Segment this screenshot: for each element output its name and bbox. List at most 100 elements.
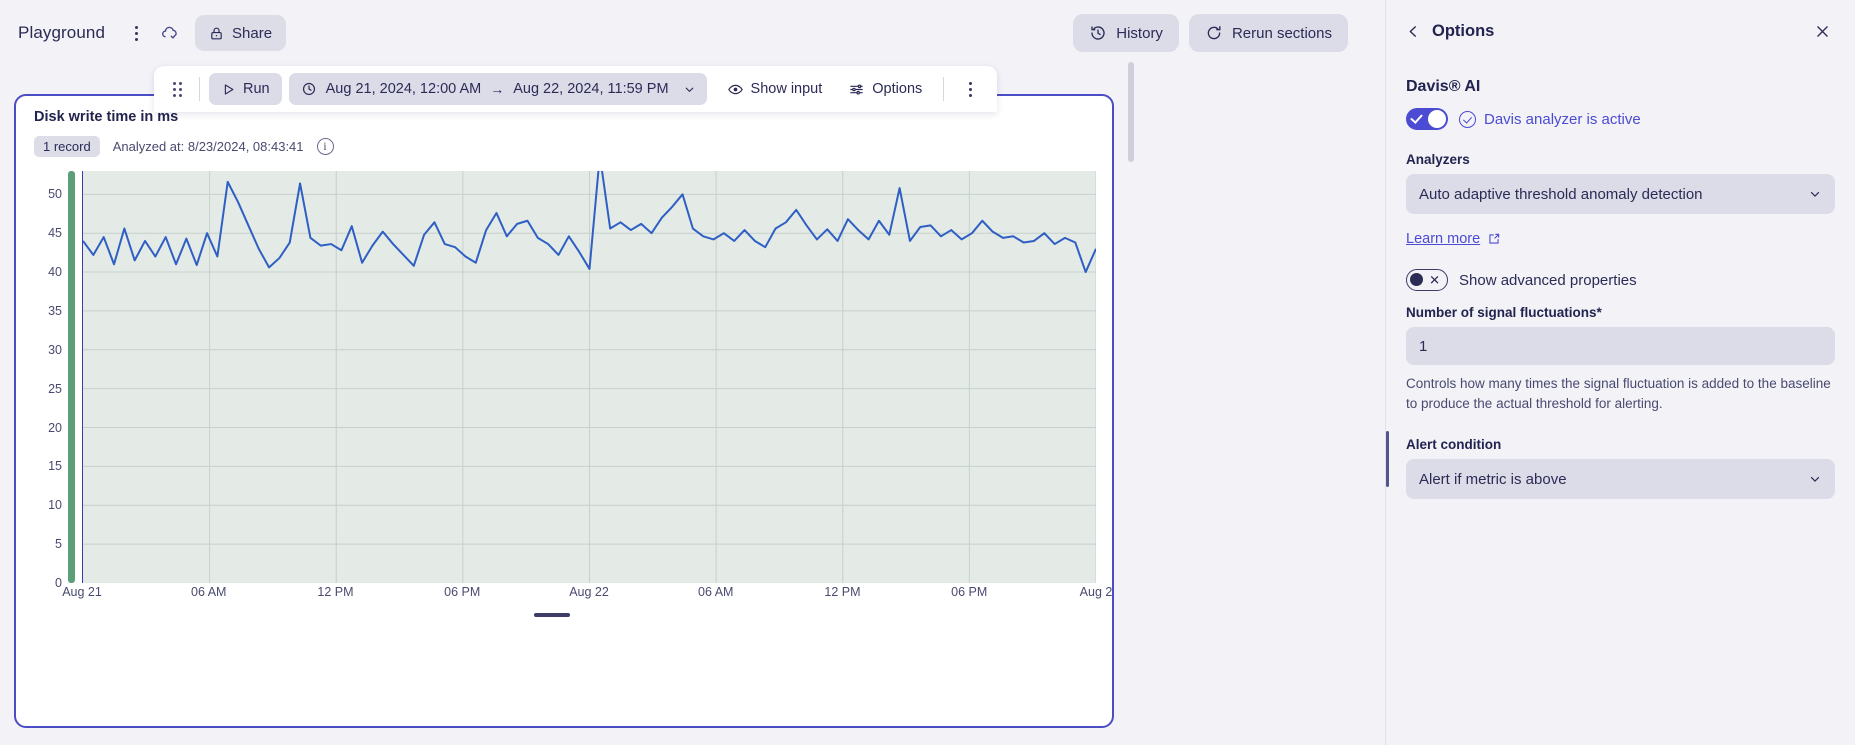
- alert-condition-select[interactable]: Alert if metric is above: [1406, 459, 1835, 500]
- timeframe-selector[interactable]: Aug 21, 2024, 12:00 AM → Aug 22, 2024, 1…: [288, 73, 707, 105]
- kebab-menu-icon: [134, 25, 138, 41]
- app-root: Playground Share History Rerun sections …: [0, 0, 1855, 745]
- chart-scroll-handle[interactable]: [534, 613, 570, 617]
- sliders-icon: [850, 84, 864, 94]
- analyzers-label: Analyzers: [1406, 152, 1470, 167]
- chart-container: 0 5 10 15 20 25 30 35 40 45 50 Aug 21 06 AM 12 PM 06 …: [24, 171, 1112, 621]
- close-icon: [1816, 25, 1828, 37]
- panel-back-button[interactable]: [1398, 16, 1428, 46]
- refresh-icon: [1207, 26, 1221, 40]
- drag-handle-icon[interactable]: [164, 74, 190, 104]
- show-advanced-properties-toggle[interactable]: ✕: [1406, 269, 1448, 291]
- sync-status-button[interactable]: [153, 16, 187, 50]
- chevron-down-icon: [1810, 191, 1820, 197]
- info-icon[interactable]: i: [316, 138, 334, 155]
- eye-icon: [727, 84, 743, 94]
- y-axis-tick: 0: [55, 576, 62, 590]
- alert-condition-value: Alert if metric is above: [1419, 470, 1567, 488]
- davis-status: Davis analyzer is active: [1459, 110, 1641, 128]
- chart-plot: [68, 171, 1096, 583]
- analyzers-selected-value: Auto adaptive threshold anomaly detectio…: [1419, 185, 1703, 203]
- davis-analyzer-toggle[interactable]: [1406, 108, 1448, 130]
- threshold-band: [68, 171, 75, 583]
- section-toolbar: Run Aug 21, 2024, 12:00 AM → Aug 22, 202…: [154, 66, 998, 112]
- panel-close-button[interactable]: [1807, 16, 1837, 46]
- show-advanced-properties-label: Show advanced properties: [1459, 271, 1637, 289]
- notebook-title: Playground: [18, 23, 106, 42]
- learn-more-label: Learn more: [1406, 231, 1481, 247]
- y-axis-tick: 40: [48, 265, 62, 280]
- y-axis-tick: 10: [48, 498, 62, 513]
- play-icon: [224, 83, 234, 95]
- record-count-badge: 1 record: [34, 136, 100, 157]
- davis-ai-heading: Davis® AI: [1406, 78, 1481, 95]
- close-icon: ✕: [1429, 272, 1440, 288]
- toolbar-divider-1: [199, 77, 200, 101]
- options-panel: Options Davis® AI Davis analyzer is acti…: [1385, 0, 1855, 745]
- section-more-button[interactable]: [953, 72, 987, 106]
- toggle-knob: [1428, 110, 1446, 128]
- learn-more-link[interactable]: Learn more: [1406, 231, 1501, 247]
- top-bar-actions: History Rerun sections: [1073, 14, 1362, 52]
- chevron-down-icon: [685, 87, 693, 92]
- notebook-more-button[interactable]: [119, 16, 153, 50]
- x-axis-tick: 06 AM: [191, 585, 227, 599]
- check-icon: [1410, 111, 1423, 124]
- options-label: Options: [872, 81, 923, 97]
- timeframe-arrow: →: [490, 81, 505, 97]
- lock-icon: [211, 27, 222, 39]
- y-axis-tick: 35: [48, 303, 62, 318]
- canvas-scrollbar[interactable]: [1128, 62, 1134, 162]
- section-card: Disk write time in ms 1 record Analyzed …: [14, 94, 1114, 728]
- analyzed-at-text: Analyzed at: 8/23/2024, 08:43:41: [112, 139, 304, 154]
- show-input-button[interactable]: Show input: [715, 73, 835, 105]
- run-label: Run: [243, 81, 270, 97]
- davis-status-label: Davis analyzer is active: [1484, 110, 1641, 128]
- signal-fluctuations-label: Number of signal fluctuations*: [1406, 305, 1602, 320]
- external-link-icon: [1489, 233, 1500, 244]
- run-button[interactable]: Run: [209, 73, 282, 105]
- chevron-left-icon: [1409, 25, 1416, 37]
- history-button[interactable]: History: [1073, 14, 1179, 52]
- options-panel-title: Options: [1432, 21, 1495, 40]
- history-clock-icon: [1091, 26, 1105, 40]
- x-axis-tick: Aug 21: [62, 585, 102, 599]
- top-bar: Playground Share History Rerun sections: [0, 0, 1380, 66]
- signal-fluctuations-help: Controls how many times the signal fluct…: [1406, 376, 1831, 411]
- options-panel-body: Davis® AI Davis analyzer is active Analy…: [1386, 62, 1855, 500]
- options-panel-header: Options: [1386, 0, 1855, 62]
- advanced-toggle-row: ✕ Show advanced properties: [1406, 269, 1835, 291]
- share-button[interactable]: Share: [195, 15, 287, 51]
- alert-condition-label: Alert condition: [1406, 437, 1502, 453]
- alert-condition-block: Alert condition Alert if metric is above: [1386, 431, 1835, 500]
- share-label: Share: [232, 24, 273, 42]
- y-axis-tick: 20: [48, 420, 62, 435]
- x-axis-tick: 12 PM: [824, 585, 861, 599]
- options-button[interactable]: Options: [836, 73, 934, 105]
- y-axis-tick: 30: [48, 342, 62, 357]
- focus-accent-bar: [1386, 431, 1389, 488]
- chart-line-svg: [83, 171, 1096, 583]
- section-meta: 1 record Analyzed at: 8/23/2024, 08:43:4…: [34, 136, 1094, 157]
- y-axis-tick: 25: [48, 381, 62, 396]
- rerun-sections-label: Rerun sections: [1231, 24, 1332, 42]
- chart-plot-area[interactable]: [82, 171, 1096, 583]
- signal-fluctuations-input[interactable]: 1: [1406, 327, 1835, 365]
- check-circle-icon: [1459, 110, 1476, 128]
- analyzers-select[interactable]: Auto adaptive threshold anomaly detectio…: [1406, 174, 1835, 214]
- x-axis-tick: 12 PM: [317, 585, 354, 599]
- davis-toggle-row: Davis analyzer is active: [1406, 108, 1835, 130]
- timeframe-to: Aug 22, 2024, 11:59 PM: [513, 81, 669, 97]
- history-label: History: [1116, 24, 1163, 42]
- y-axis-tick: 45: [48, 226, 62, 241]
- kebab-menu-icon: [968, 81, 972, 97]
- x-axis-tick: Aug 2: [1079, 585, 1113, 599]
- y-axis-tick: 15: [48, 459, 62, 474]
- x-axis-tick: 06 PM: [444, 585, 481, 599]
- rerun-sections-button[interactable]: Rerun sections: [1188, 14, 1348, 52]
- chart-y-axis: 0 5 10 15 20 25 30 35 40 45 50: [24, 171, 68, 590]
- y-axis-tick: 50: [48, 187, 62, 202]
- signal-fluctuations-value: 1: [1419, 337, 1428, 355]
- timeframe-from: Aug 21, 2024, 12:00 AM: [325, 81, 482, 97]
- clock-icon: [302, 82, 315, 96]
